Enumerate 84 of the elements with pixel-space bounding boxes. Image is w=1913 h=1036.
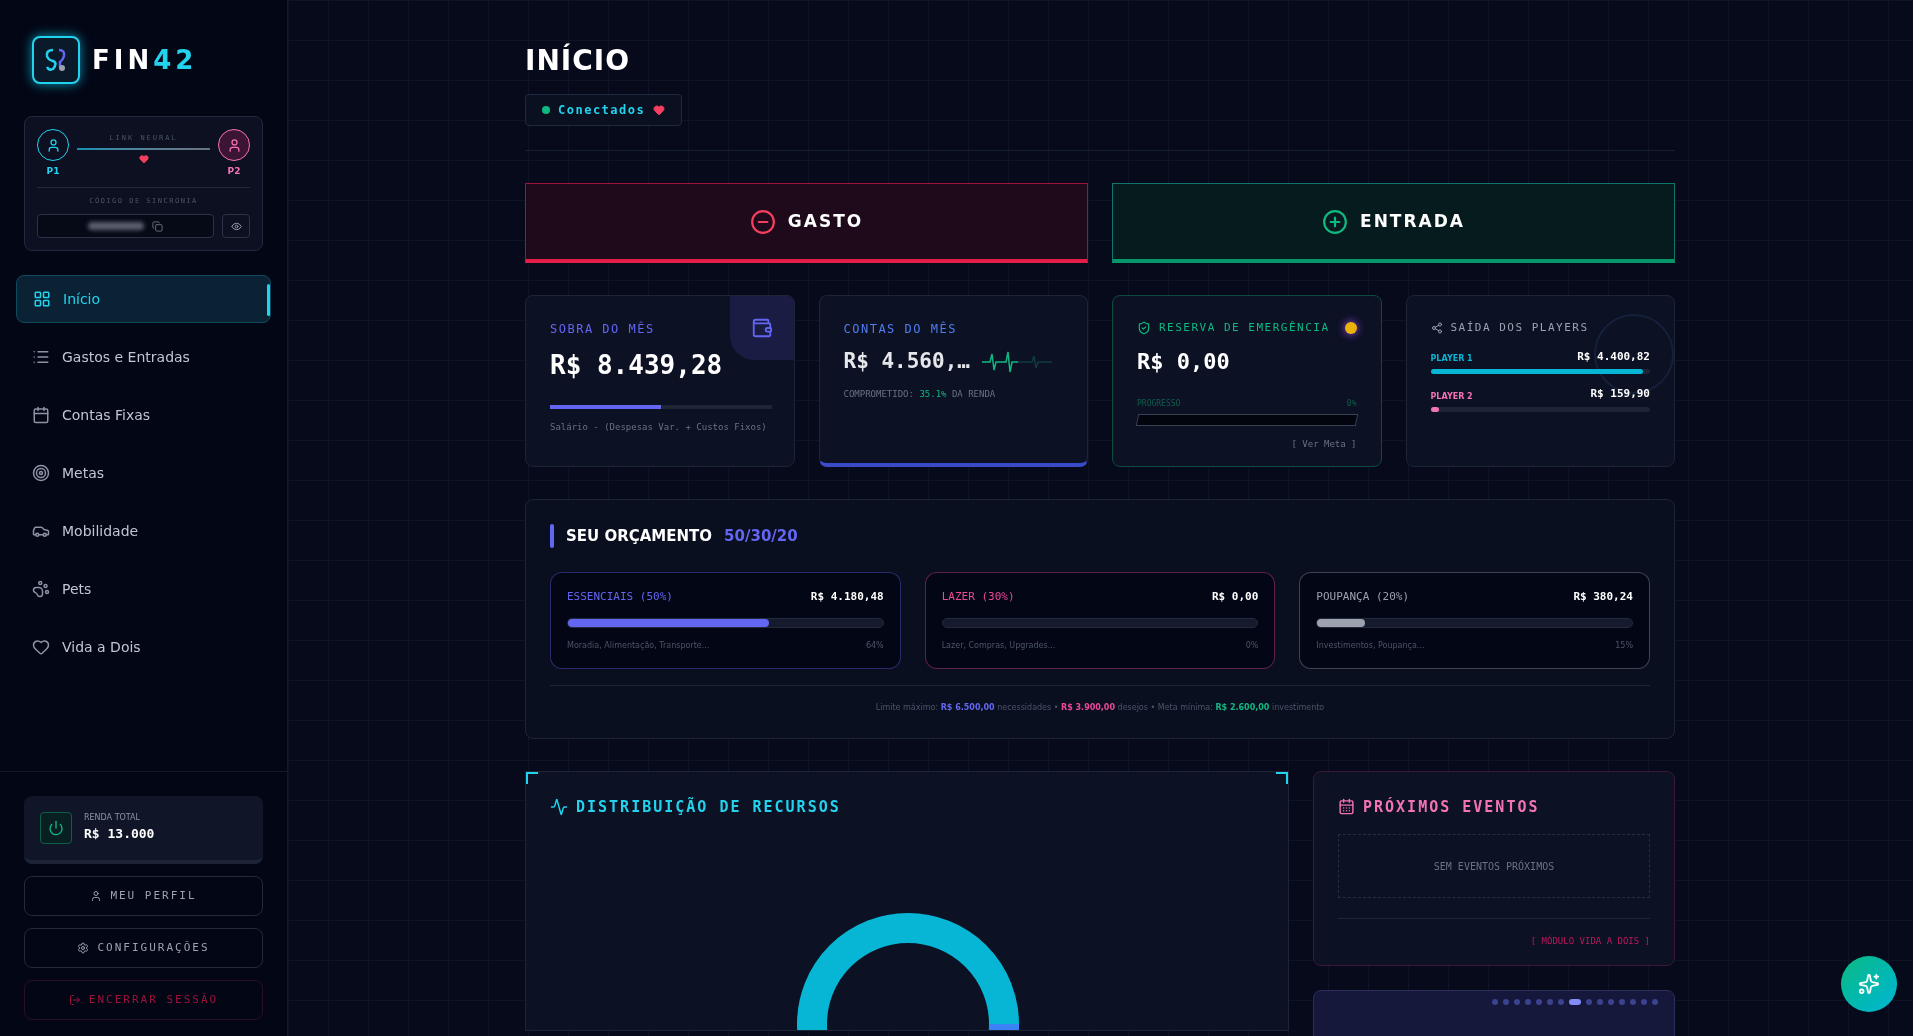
progress-percent: 0%	[1346, 397, 1357, 410]
sparkles-icon	[1858, 973, 1880, 995]
heart-icon	[138, 153, 149, 164]
logout-icon	[68, 994, 81, 1006]
budget-percent: 15%	[1615, 639, 1633, 652]
sync-code-field[interactable]	[37, 214, 214, 238]
budget-description: Moradia, Alimentação, Transporte...	[567, 639, 710, 652]
heartbeat-wave-drawing	[981, 349, 1052, 374]
heart-icon	[653, 104, 666, 116]
reveal-button[interactable]	[222, 214, 250, 238]
panel-title: DISTRIBUIÇÃO DE RECURSOS	[576, 796, 841, 818]
calendar-icon	[32, 406, 50, 424]
player-label: P1	[46, 165, 60, 178]
player-name: PLAYER 1	[1430, 353, 1473, 365]
player-amount: R$ 4.400,82	[1577, 348, 1650, 365]
copy-icon[interactable]	[152, 220, 163, 232]
income-label: RENDA TOTAL	[84, 812, 141, 825]
budget-description: Lazer, Compras, Upgrades...	[941, 639, 1056, 652]
nav-item[interactable]: Mobilidade	[16, 507, 271, 555]
blurred-code	[88, 222, 144, 230]
budget-title: SEU ORÇAMENTO	[566, 525, 713, 547]
player-label: P2	[227, 165, 241, 178]
expense-button[interactable]: GASTO	[525, 183, 1088, 263]
empty-events-box: SEM EVENTOS PRÓXIMOS	[1338, 834, 1650, 898]
nav-item[interactable]: Pets	[16, 565, 271, 613]
nav-item[interactable]: Contas Fixas	[16, 391, 271, 439]
card-label: CONTAS DO MÊS	[843, 320, 958, 338]
share-icon	[1430, 322, 1443, 335]
player-avatar	[218, 129, 250, 161]
budget-amount: R$ 4.180,48	[810, 589, 884, 605]
sidebar-button[interactable]: CONFIGURAÇÕES	[24, 928, 263, 968]
calendar-icon	[1338, 798, 1355, 816]
nav-item[interactable]: Metas	[16, 449, 271, 497]
budget-amount: R$ 380,24	[1573, 589, 1633, 605]
player-amount: R$ 159,90	[1590, 386, 1650, 402]
card-label: SAÍDA DOS PLAYERS	[1450, 320, 1589, 336]
card-note: Salário - (Despesas Var. + Custos Fixos)	[550, 421, 768, 434]
user-icon	[90, 890, 103, 902]
minus-circle-icon	[749, 208, 776, 235]
target-icon	[32, 464, 50, 482]
budget-amount: R$ 0,00	[1211, 589, 1259, 605]
budget-description: Investimentos, Poupança...	[1316, 639, 1425, 652]
nav-item[interactable]: Vida a Dois	[16, 623, 271, 671]
list-icon	[32, 348, 50, 366]
budget-limits-text: Limite máximo: R$ 6.500,00 necessidades • R$ 3.900,00 desejos • Meta mínima: R$ 2.600,00 investimento	[875, 701, 1325, 714]
eye-icon	[230, 220, 242, 232]
nav-item[interactable]: Início	[16, 275, 271, 323]
budget-category: ESSENCIAIS (50%)	[567, 589, 673, 605]
page-title: INÍCIO	[525, 42, 632, 79]
card-value: R$ 4.560,…	[843, 348, 970, 375]
settings-icon	[77, 942, 90, 954]
card-label: SOBRA DO MÊS	[550, 320, 656, 338]
budget-category: POUPANÇA (20%)	[1316, 589, 1410, 605]
heart-icon	[32, 638, 50, 656]
pulse-icon	[550, 797, 568, 816]
income-button[interactable]: ENTRADA	[1112, 183, 1675, 263]
grid-icon	[33, 290, 51, 308]
power-icon	[40, 812, 72, 844]
active-indicator	[267, 284, 270, 316]
budget-percent: 0%	[1245, 639, 1259, 652]
paw-icon	[32, 580, 50, 598]
card-label: RESERVA DE EMERGÊNCIA	[1159, 320, 1330, 336]
budget-ratio: 50/30/20	[724, 525, 798, 547]
progress-label: PROGRESSO	[1137, 397, 1181, 410]
assistant-button[interactable]	[1841, 956, 1897, 1012]
status-badge: Conectados	[525, 94, 683, 126]
accent-bar	[550, 524, 554, 548]
view-goal-link[interactable]: [ Ver Meta ]	[1291, 437, 1357, 451]
card-value: R$ 8.439,28	[550, 349, 724, 382]
corner-bracket	[526, 771, 538, 784]
plus-circle-icon	[1322, 208, 1348, 235]
card-value: R$ 0,00	[1137, 347, 1231, 376]
brand-name: FIN 42	[92, 43, 198, 77]
budget-category: LAZER (30%)	[941, 589, 1015, 605]
logo-icon	[32, 36, 80, 84]
sidebar-button[interactable]: MEU PERFIL	[24, 876, 263, 916]
panel-title: PRÓXIMOS EVENTOS	[1363, 796, 1540, 818]
income-value: R$ 13.000	[84, 825, 155, 844]
corner-bracket	[1276, 771, 1288, 784]
nav-item[interactable]: Gastos e Entradas	[16, 333, 271, 381]
card-note: COMPROMETIDO: 35.1% DA RENDA	[843, 387, 997, 401]
shield-icon	[1137, 321, 1151, 336]
player-name: PLAYER 2	[1430, 390, 1473, 403]
budget-percent: 64%	[865, 639, 884, 652]
